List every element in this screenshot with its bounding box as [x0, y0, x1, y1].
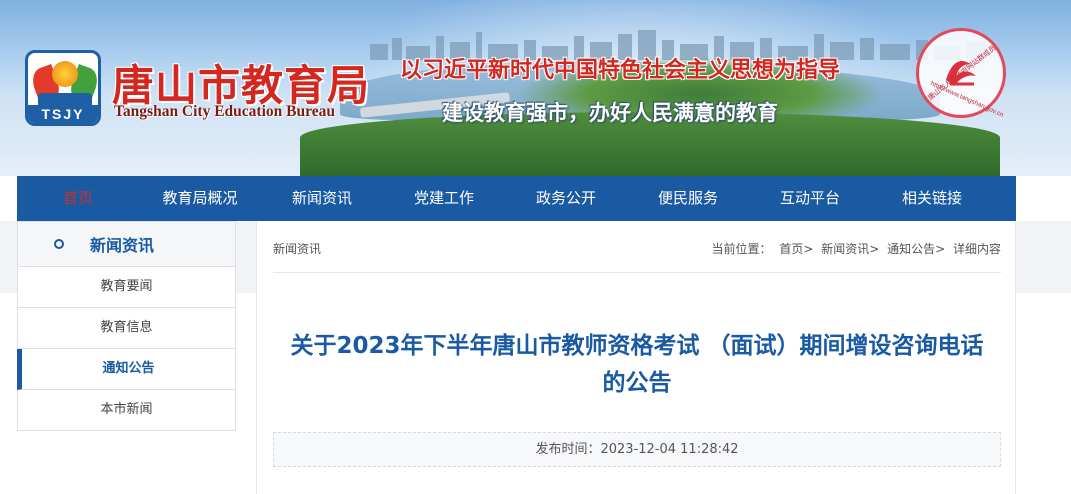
- sidebar-item-local-news[interactable]: 本市新闻: [17, 390, 236, 431]
- publish-time: 2023-12-04 11:28:42: [600, 442, 739, 457]
- breadcrumb-home[interactable]: 首页>: [779, 242, 813, 256]
- nav-item-related-links[interactable]: 相关链接: [871, 176, 993, 221]
- breadcrumb-notices[interactable]: 通知公告>: [887, 242, 945, 256]
- nav-item-party-building[interactable]: 党建工作: [383, 176, 505, 221]
- logo-abbreviation: TSJY: [28, 105, 98, 123]
- slogan-primary: 以习近平新时代中国特色社会主义思想为指导: [400, 57, 841, 82]
- article-title-line-2: 的公告: [602, 370, 672, 396]
- breadcrumb: 当前位置： 首页> 新闻资讯> 通知公告> 详细内容: [707, 240, 1001, 257]
- content-header: 新闻资讯 当前位置： 首页> 新闻资讯> 通知公告> 详细内容: [273, 221, 1001, 273]
- nav-item-government-affairs[interactable]: 政务公开: [505, 176, 627, 221]
- sidebar-item-education-info[interactable]: 教育信息: [17, 308, 236, 349]
- article-title-line-1: 关于2023年下半年唐山市教师资格考试 （面试）期间增设咨询电话: [290, 333, 984, 359]
- logo-sun-icon: [52, 61, 78, 87]
- nav-item-home[interactable]: 首页: [17, 176, 139, 221]
- breadcrumb-current: 详细内容: [952, 242, 1001, 256]
- nav-item-bureau-overview[interactable]: 教育局概况: [139, 176, 261, 221]
- sidebar: 新闻资讯 教育要闻 教育信息 通知公告 本市新闻: [17, 221, 236, 431]
- nav-item-interaction[interactable]: 互动平台: [749, 176, 871, 221]
- nav-item-public-services[interactable]: 便民服务: [627, 176, 749, 221]
- sidebar-title: 新闻资讯: [90, 236, 155, 255]
- site-logo[interactable]: TSJY: [25, 50, 101, 126]
- sidebar-item-notices[interactable]: 通知公告: [17, 349, 236, 390]
- logo-book-icon: [38, 93, 92, 105]
- sidebar-header: 新闻资讯: [17, 221, 236, 267]
- site-subtitle: Tangshan City Education Bureau: [114, 103, 335, 120]
- article-title: 关于2023年下半年唐山市教师资格考试 （面试）期间增设咨询电话 的公告: [277, 328, 997, 402]
- slogan-secondary: 建设教育强市，办好人民满意的教育: [442, 102, 778, 125]
- sidebar-item-education-news[interactable]: 教育要闻: [17, 267, 236, 308]
- nav-item-news[interactable]: 新闻资讯: [261, 176, 383, 221]
- breadcrumb-news[interactable]: 新闻资讯>: [821, 242, 879, 256]
- header-banner: TSJY 唐山市教育局 Tangshan City Education Bure…: [0, 0, 1071, 176]
- breadcrumb-prefix: 当前位置：: [711, 242, 772, 256]
- circle-bullet-icon: [54, 239, 64, 249]
- main-content: 新闻资讯 当前位置： 首页> 新闻资讯> 通知公告> 详细内容 关于2023年下…: [256, 221, 1016, 494]
- gov-portal-seal[interactable]: 唐山市人民政府网站群成员 http://www.tangshan.gov.cn: [912, 28, 1008, 119]
- main-nav: 首页 教育局概况 新闻资讯 党建工作 政务公开 便民服务 互动平台 相关链接: [17, 176, 1016, 221]
- section-label: 新闻资讯: [273, 242, 322, 256]
- article-meta: 发布时间：2023-12-04 11:28:42: [273, 432, 1001, 467]
- publish-label: 发布时间：: [535, 442, 601, 457]
